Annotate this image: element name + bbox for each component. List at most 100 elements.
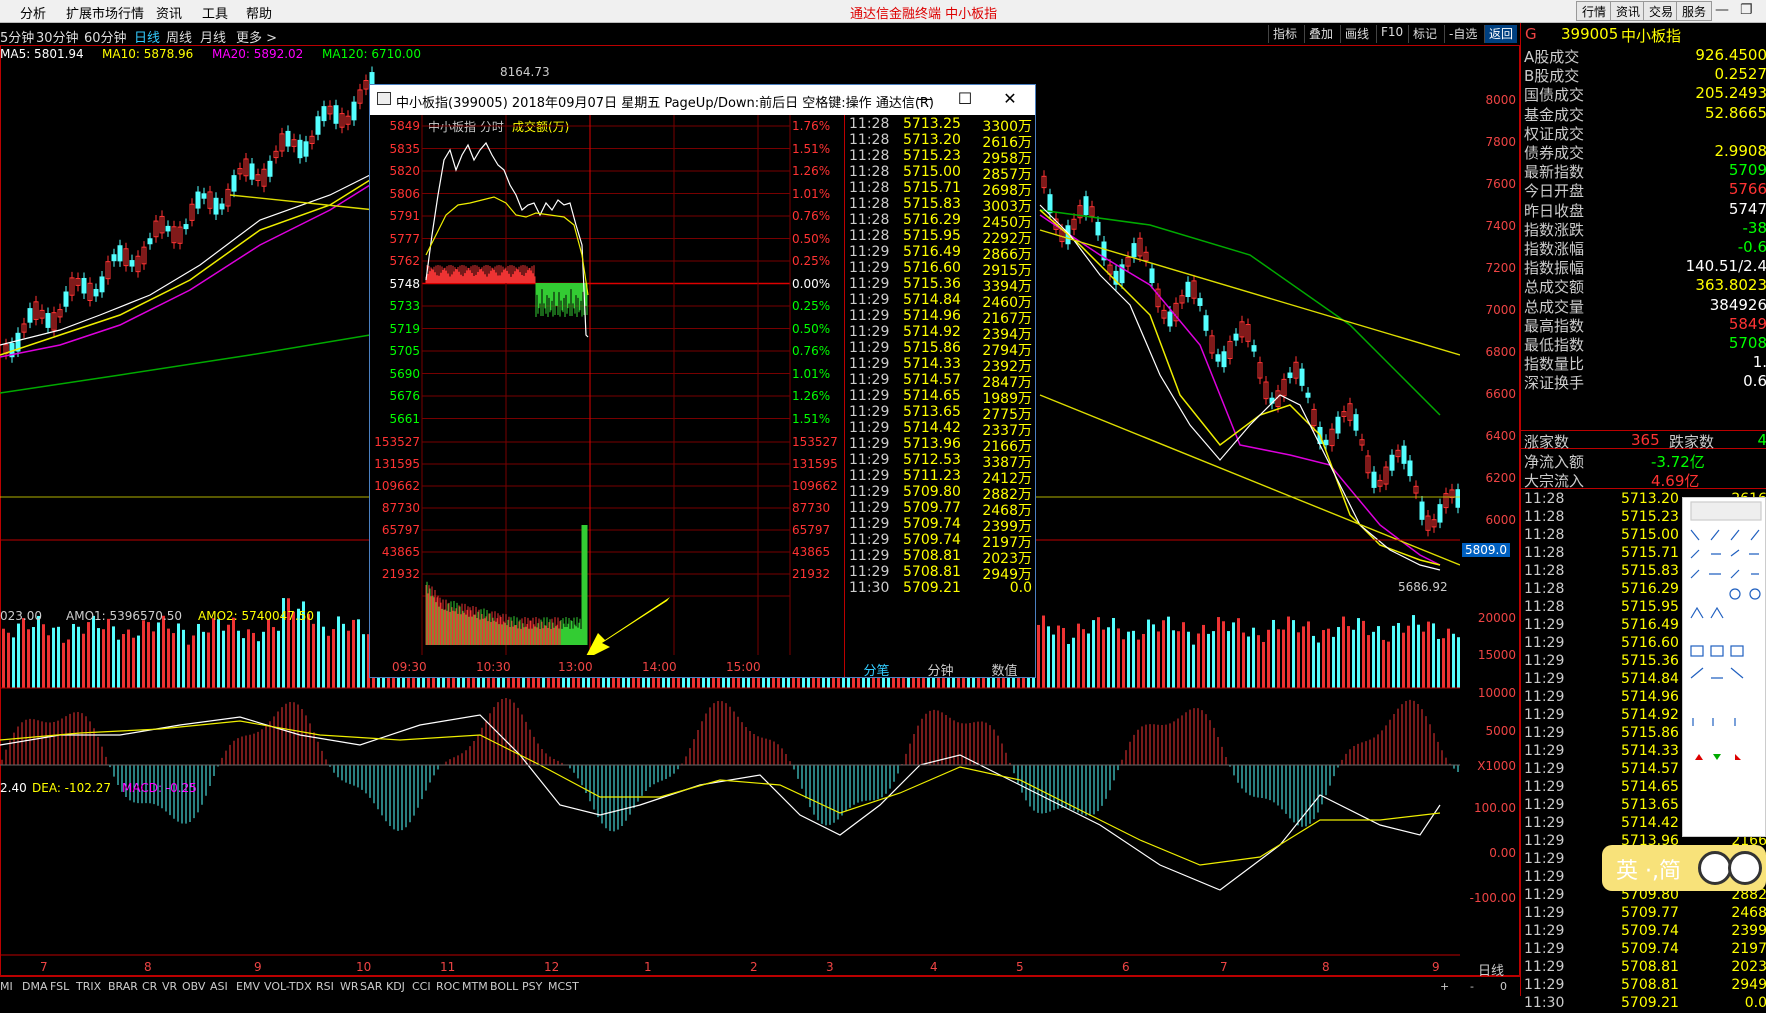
watchlist-button[interactable]: -自选: [1444, 25, 1481, 43]
popup-titlebar[interactable]: 中小板指(399005) 2018年09月07日 星期五 PageUp/Down…: [370, 85, 1035, 115]
zoom-in-button[interactable]: +: [1440, 980, 1449, 993]
volume-bar: [257, 641, 260, 688]
period-week[interactable]: 周线: [166, 27, 192, 46]
tab-minutes[interactable]: 分钟: [909, 660, 972, 679]
quote-value: 363.8023: [1695, 276, 1766, 294]
pct-axis-label: 0.25%: [792, 254, 842, 268]
popup-tick-p: 5716.49: [903, 244, 961, 260]
ime-toolbar[interactable]: 英 ·,简: [1602, 845, 1766, 891]
popup-tick-t: 11:28: [849, 116, 889, 132]
mark-button[interactable]: 标记: [1408, 25, 1441, 43]
tick-t: 11:29: [1524, 869, 1564, 885]
tab-roc[interactable]: ROC: [436, 980, 460, 993]
draw-line-button[interactable]: 画线: [1340, 25, 1373, 43]
chart-app-icon: [377, 92, 391, 105]
quote-button[interactable]: 行情: [1576, 1, 1612, 21]
time-tick: 10:30: [476, 660, 511, 674]
indicator-button[interactable]: 指标: [1268, 25, 1301, 43]
popup-tick-p: 5715.95: [903, 228, 961, 244]
tab-mi[interactable]: MI: [0, 980, 13, 993]
period-month[interactable]: 月线: [200, 27, 226, 46]
vol-axis-label: 65797: [370, 523, 420, 537]
tab-ticks[interactable]: 分笔: [845, 660, 908, 679]
tab-mtm[interactable]: MTM: [462, 980, 488, 993]
quote-value: 52.8665: [1705, 104, 1766, 122]
block-flow-row: 大宗流入 4.69亿: [1521, 470, 1766, 489]
restore-icon[interactable]: ❐: [1740, 2, 1753, 18]
volume-bar: [1257, 635, 1260, 688]
date-tick: 9: [1432, 960, 1440, 974]
tab-boll[interactable]: BOLL: [490, 980, 518, 993]
menu-tools[interactable]: 工具: [202, 3, 228, 22]
popup-tick-p: 5709.77: [903, 500, 961, 516]
reset-button[interactable]: 0: [1500, 980, 1507, 993]
tab-vr[interactable]: VR: [162, 980, 177, 993]
period-30min[interactable]: 30分钟: [36, 27, 79, 46]
tab-kdj[interactable]: KDJ: [386, 980, 405, 993]
volume-bar: [1392, 626, 1395, 688]
menu-extended-market[interactable]: 扩展市场行情: [66, 3, 144, 22]
menu-help[interactable]: 帮助: [246, 3, 272, 22]
trade-button[interactable]: 交易: [1643, 1, 1679, 21]
tick-v: 2399: [1731, 923, 1766, 939]
intraday-svg[interactable]: [370, 115, 844, 655]
volume-bar: [132, 638, 135, 688]
tab-cci[interactable]: CCI: [412, 980, 431, 993]
volume-bar: [117, 640, 120, 688]
popup-maximize-button[interactable]: ☐: [945, 89, 985, 108]
price-axis-label: 5806: [370, 187, 420, 201]
popup-tick-p: 5715.23: [903, 148, 961, 164]
tab-psy[interactable]: PSY: [522, 980, 542, 993]
volume-bar: [1407, 626, 1410, 688]
quote-label: 基金成交: [1524, 104, 1584, 125]
popup-tick-t: 11:29: [849, 484, 889, 500]
zoom-out-button[interactable]: -: [1470, 980, 1474, 993]
volume-bar: [197, 624, 200, 688]
tab-brar[interactable]: BRAR: [108, 980, 138, 993]
tab-rsi[interactable]: RSI: [316, 980, 334, 993]
tab-trix[interactable]: TRIX: [76, 980, 101, 993]
price-axis-label: 5676: [370, 389, 420, 403]
dea-line: [0, 721, 1440, 865]
period-day[interactable]: 日线: [134, 27, 160, 46]
tab-obv[interactable]: OBV: [182, 980, 205, 993]
popup-tick-list[interactable]: 11:285713.253300万11:285713.202616万11:285…: [844, 115, 1035, 677]
drawing-tool-palette[interactable]: [1682, 497, 1766, 837]
tab-sar[interactable]: SAR: [360, 980, 382, 993]
tick-p: 5708.81: [1621, 977, 1679, 993]
tab-wr[interactable]: WR: [340, 980, 359, 993]
period-60min[interactable]: 60分钟: [84, 27, 127, 46]
minimize-icon[interactable]: —: [1715, 2, 1729, 18]
period-more[interactable]: 更多 >: [236, 27, 277, 46]
intraday-popup[interactable]: 中小板指(399005) 2018年09月07日 星期五 PageUp/Down…: [369, 84, 1036, 678]
tab-mcst[interactable]: MCST: [548, 980, 579, 993]
intraday-chart[interactable]: 中小板指 分时 成交额(万) 5849583558205806579157775…: [370, 115, 844, 677]
volume-bar: [1162, 620, 1165, 688]
vol-axis-label: 21932: [792, 567, 842, 581]
axis-label: 8000: [1456, 93, 1516, 107]
overlay-button[interactable]: 叠加: [1304, 25, 1337, 43]
period-5min[interactable]: 5分钟: [0, 27, 34, 46]
tab-vol-tdx[interactable]: VOL-TDX: [264, 980, 312, 993]
quote-label: 今日开盘: [1524, 180, 1584, 201]
quote-row: A股成交926.4500: [1521, 46, 1766, 65]
tick-t: 11:29: [1524, 617, 1564, 633]
service-button[interactable]: 服务: [1676, 1, 1712, 21]
f10-button[interactable]: F10: [1376, 25, 1407, 43]
volume-bar: [337, 616, 340, 688]
tab-values[interactable]: 数值: [973, 660, 1036, 679]
tick-v: 2197: [1731, 941, 1766, 957]
news-button[interactable]: 资讯: [1610, 1, 1646, 21]
menu-analysis[interactable]: 分析: [20, 3, 46, 22]
menu-info[interactable]: 资讯: [156, 3, 182, 22]
popup-tick-p: 5716.29: [903, 212, 961, 228]
tab-emv[interactable]: EMV: [236, 980, 260, 993]
popup-close-button[interactable]: ✕: [990, 89, 1030, 108]
tab-asi[interactable]: ASI: [210, 980, 228, 993]
drawing-tools-icon[interactable]: [1683, 498, 1766, 838]
back-button[interactable]: 返回: [1484, 25, 1517, 43]
popup-minimize-button[interactable]: —: [905, 89, 945, 108]
tab-cr[interactable]: CR: [142, 980, 157, 993]
tab-fsl[interactable]: FSL: [50, 980, 69, 993]
tab-dma[interactable]: DMA: [22, 980, 48, 993]
